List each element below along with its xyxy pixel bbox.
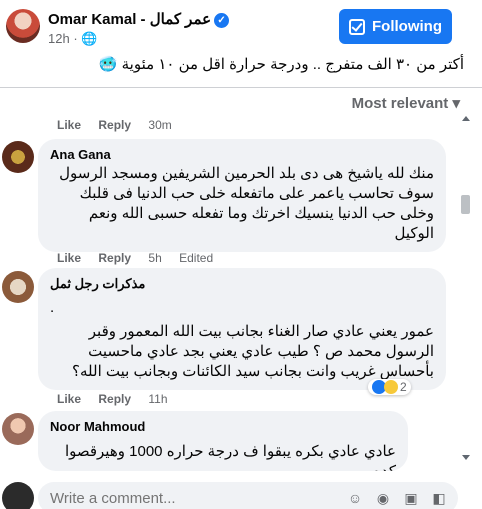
comment-time[interactable]: 11h [148,392,167,406]
user-avatar [2,482,34,509]
commenter-avatar[interactable] [2,271,34,303]
comment-actions-top: Like Reply 30m [57,118,186,132]
scroll-up-icon[interactable] [462,116,470,121]
comment-bubble: Ana Gana منك لله ياشيخ هى دى بلد الحرمين… [38,139,446,252]
camera-icon[interactable]: ◉ [374,490,392,507]
author-name[interactable]: Omar Kamal - عمر كمال ✓ [48,10,230,28]
edited-label: Edited [179,251,214,265]
commenter-name[interactable]: مذكرات رجل ثمل [50,276,434,292]
gif-icon[interactable]: ▣ [402,490,420,507]
reaction-summary[interactable]: 2 [368,379,411,395]
reply-button[interactable]: Reply [98,251,131,265]
following-button[interactable]: Following [339,9,452,44]
like-button[interactable]: Like [57,251,81,265]
verified-icon: ✓ [214,13,230,28]
post-meta: 12h · 🌐 [48,31,98,46]
comment-input[interactable] [38,482,278,509]
comment-time[interactable]: 30m [148,118,171,132]
reply-button[interactable]: Reply [98,392,131,406]
comment-input-box[interactable]: ☺ ◉ ▣ ◧ [38,482,458,509]
post-header: Omar Kamal - عمر كمال ✓ 12h · 🌐 Following [0,0,482,50]
comment-text: عادي عادي بكره يبقوا ف درجة حراره 1000 و… [64,443,396,471]
scroll-thumb[interactable] [461,195,470,214]
commenter-avatar[interactable] [2,141,34,173]
comment-text: عمور يعني عادي صار الغناء بجانب بيت الله… [72,323,434,380]
like-button[interactable]: Like [57,118,81,132]
following-icon [349,18,365,35]
reply-button[interactable]: Reply [98,118,131,132]
commenter-name[interactable]: Ana Gana [50,147,434,162]
emoji-icon[interactable]: ☺ [346,490,364,507]
divider [0,87,482,88]
comment-text: منك لله ياشيخ هى دى بلد الحرمين الشريفين… [59,165,434,242]
comment-time[interactable]: 5h [148,251,161,265]
comment-bubble: Noor Mahmoud عادي عادي بكره يبقوا ف درجة… [38,411,408,471]
composer-icons: ☺ ◉ ▣ ◧ [346,490,448,507]
globe-icon: 🌐 [81,31,98,46]
sort-dropdown[interactable]: Most relevant ▾ [352,94,460,112]
comment-dot: . [50,299,55,316]
comment-composer: ☺ ◉ ▣ ◧ [0,478,482,509]
comment-actions: Like Reply 11h [57,392,182,406]
sad-reaction-icon [384,380,398,394]
commenter-avatar[interactable] [2,413,34,445]
scroll-down-icon[interactable] [462,455,470,460]
chevron-down-icon: ▾ [452,95,460,112]
post-time[interactable]: 12h [48,31,70,46]
post-text: أكتر من ٣٠ الف متفرج .. ودرجة حرارة اقل … [98,56,464,73]
comment-actions: Like Reply 5h Edited [57,251,227,265]
comment-bubble: مذكرات رجل ثمل . عمور يعني عادي صار الغن… [38,268,446,390]
scrollbar[interactable] [459,116,473,466]
sticker-icon[interactable]: ◧ [430,490,448,507]
commenter-name[interactable]: Noor Mahmoud [50,419,396,434]
author-avatar[interactable] [6,9,40,43]
like-button[interactable]: Like [57,392,81,406]
